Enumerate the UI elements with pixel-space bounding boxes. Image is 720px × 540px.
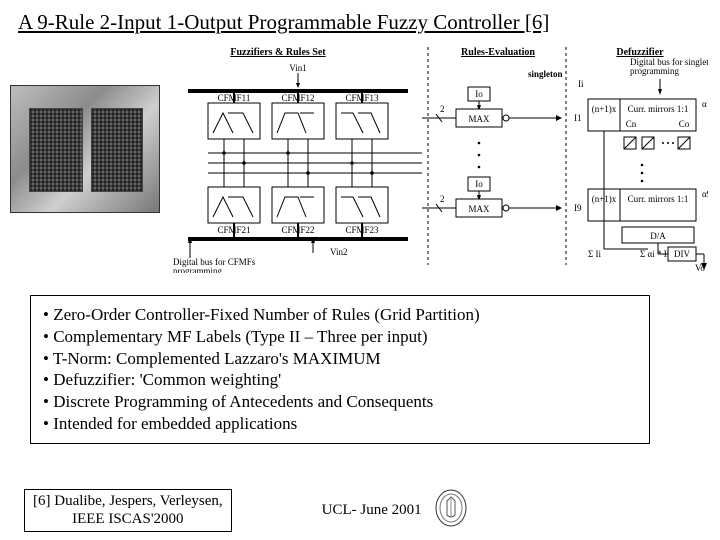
label-mirror: Curr. mirrors 1:1: [628, 104, 689, 114]
label-singleton: singleton: [528, 69, 563, 79]
label-da: D/A: [650, 231, 666, 241]
bullet-item: • Complementary MF Labels (Type II – Thr…: [43, 326, 637, 348]
affiliation-text: UCL- June 2001: [322, 502, 422, 519]
label-div: DIV: [674, 249, 690, 259]
figure-row: Fuzzifiers & Rules Set Rules-Evaluation …: [0, 41, 720, 273]
label-alpha9: α9: [702, 189, 708, 199]
footer: [6] Dualibe, Jespers, Verleysen, IEEE IS…: [0, 489, 720, 533]
institution-seal-icon: [434, 489, 468, 531]
label-two: 2: [440, 104, 445, 114]
label-i9: I9: [574, 203, 582, 213]
label-cn: Cn: [626, 119, 637, 129]
chip-micrograph: [10, 85, 160, 213]
label-alpha1: α1: [702, 99, 708, 109]
bullet-item: • Defuzzifier: 'Common weighting': [43, 369, 637, 391]
label-vin1: Vin1: [289, 63, 306, 73]
svg-text:Curr. mirrors 1:1: Curr. mirrors 1:1: [628, 194, 689, 204]
label-co: Co: [679, 119, 690, 129]
label-vo: Vo: [695, 263, 705, 273]
svg-text:Io: Io: [475, 179, 483, 189]
feature-bullets: • Zero-Order Controller-Fixed Number of …: [30, 295, 650, 444]
label-sum-ii: Σ Ii: [588, 249, 601, 259]
label-i1: I1: [574, 113, 582, 123]
reference-line: [6] Dualibe, Jespers, Verleysen,: [33, 492, 223, 511]
reference-citation: [6] Dualibe, Jespers, Verleysen, IEEE IS…: [24, 489, 232, 533]
bullet-item: • Discrete Programming of Antecedents an…: [43, 391, 637, 413]
label-io: Io: [475, 89, 483, 99]
label-vin2: Vin2: [330, 247, 347, 257]
label-max: MAX: [468, 114, 490, 124]
block-diagram: Fuzzifiers & Rules Set Rules-Evaluation …: [168, 43, 710, 273]
page-title: A 9-Rule 2-Input 1-Output Programmable F…: [0, 0, 720, 41]
reference-line: IEEE ISCAS'2000: [33, 510, 223, 529]
section-fuzzifiers: Fuzzifiers & Rules Set: [230, 47, 326, 58]
bullet-item: • Intended for embedded applications: [43, 413, 637, 435]
bullet-item: • T-Norm: Complemented Lazzaro's MAXIMUM: [43, 348, 637, 370]
note-digital-bus-singleton: Digital bus for singletonsprogramming: [630, 57, 708, 76]
svg-text:MAX: MAX: [468, 204, 490, 214]
note-digital-bus-cfmf: Digital bus for CFMFsprogramming: [173, 257, 256, 273]
label-ratio: (n+1)x: [592, 104, 617, 114]
section-rules-eval: Rules-Evaluation: [461, 47, 535, 58]
label-ii: Ii: [578, 79, 584, 89]
bullet-item: • Zero-Order Controller-Fixed Number of …: [43, 304, 637, 326]
svg-text:2: 2: [440, 194, 445, 204]
